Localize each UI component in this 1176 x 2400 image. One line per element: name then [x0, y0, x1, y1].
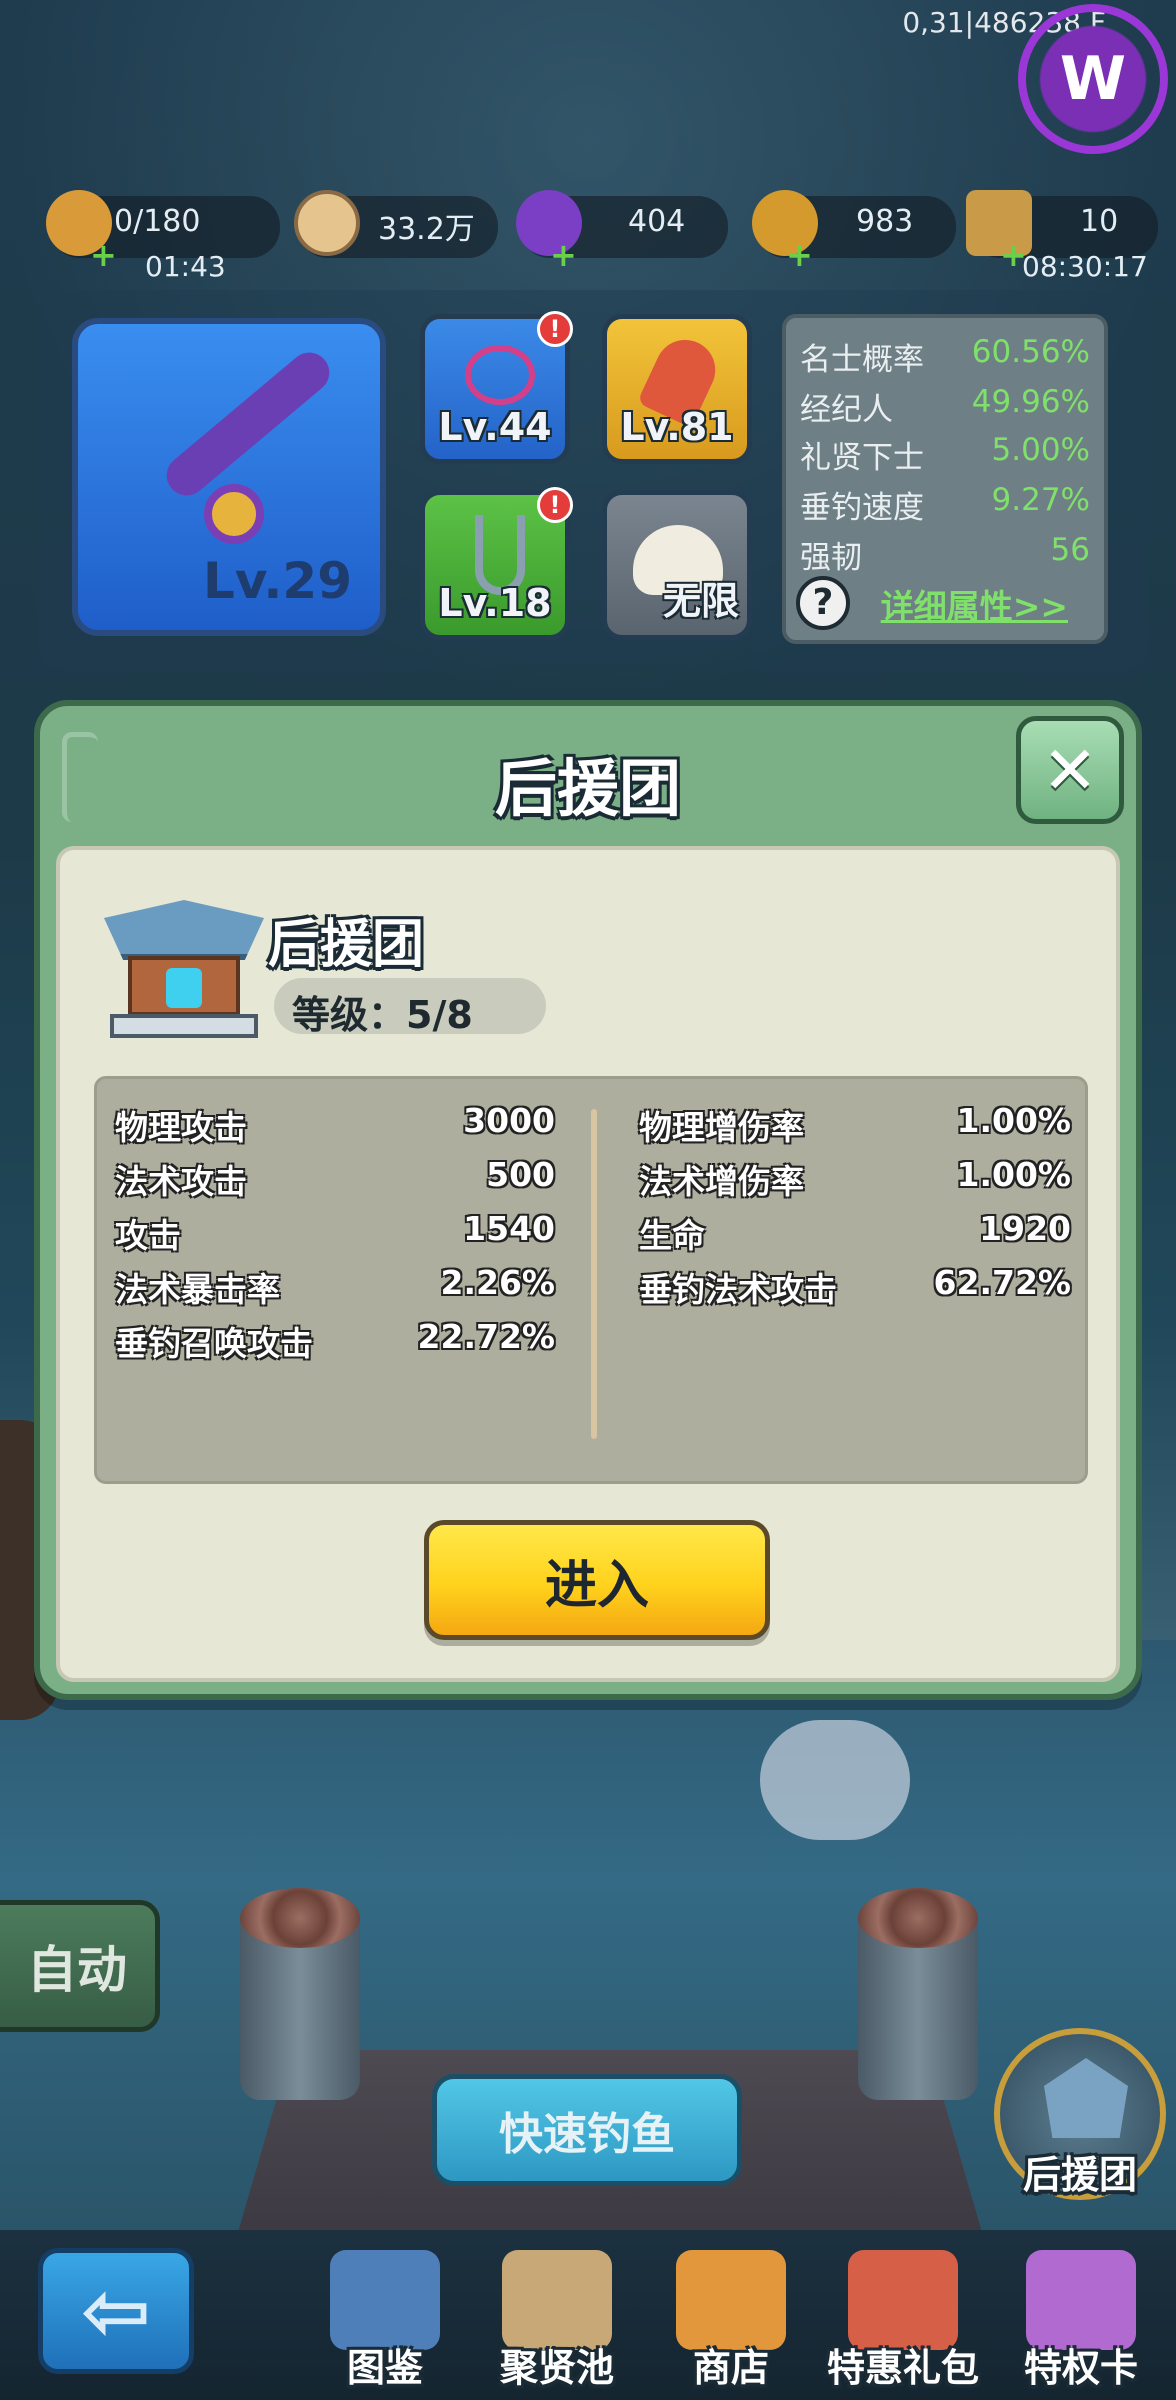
- spears-value: 10: [1080, 204, 1119, 239]
- building-name: 后援团: [268, 915, 425, 975]
- mini-stat-row: 礼贤下士 5.00%: [800, 432, 1090, 476]
- enter-button[interactable]: 进入: [424, 1520, 770, 1640]
- stamina-value: 0/180: [114, 204, 201, 239]
- resource-tickets[interactable]: 983 +: [752, 190, 956, 274]
- attr-row: 法术增伤率 1.00%: [639, 1155, 1071, 1201]
- privilege-card-icon: [1026, 2250, 1136, 2350]
- coins-value: 33.2万: [378, 212, 475, 247]
- close-button[interactable]: ✕: [1016, 716, 1124, 824]
- bun-label: 无限: [662, 579, 739, 623]
- rod-level: Lv.29: [203, 552, 352, 610]
- enter-label: 进入: [544, 1555, 649, 1616]
- bait-level: Lv.81: [620, 405, 734, 449]
- quick-fishing-label: 快速钓鱼: [499, 2109, 675, 2160]
- dock-post-top-left: [240, 1888, 360, 1948]
- resource-stamina[interactable]: 0/180 +: [46, 190, 280, 274]
- mini-stat-row: 经纪人 49.96%: [800, 384, 1090, 428]
- tutorial-hand-icon: [760, 1720, 910, 1840]
- attr-row: 垂钓法术攻击 62.72%: [639, 1263, 1071, 1309]
- nav-item-privilege-card[interactable]: 特权卡: [996, 2250, 1166, 2400]
- stamina-timer: 01:43: [145, 250, 226, 283]
- attribute-table: 物理攻击 3000 法术攻击 500 攻击 1540 法术暴击率 2.26% 垂钓召唤攻…: [94, 1076, 1088, 1484]
- mini-stat-row: 名士概率 60.56%: [800, 334, 1090, 378]
- spears-timer: 08:30:17: [1022, 250, 1148, 283]
- attr-row: 物理攻击 3000: [115, 1101, 555, 1147]
- rod-reel-icon: [204, 484, 264, 544]
- nav-label: 图鉴: [346, 2346, 423, 2390]
- gems-value: 404: [628, 204, 686, 239]
- nav-label: 商店: [692, 2346, 769, 2390]
- line-alert-icon: !: [537, 311, 573, 347]
- help-icon[interactable]: ?: [796, 576, 850, 630]
- add-gems-icon[interactable]: +: [550, 236, 577, 274]
- attr-row: 物理增伤率 1.00%: [639, 1101, 1071, 1147]
- hook-level: Lv.18: [438, 581, 552, 625]
- bun-slot[interactable]: 无限: [602, 490, 752, 640]
- resource-spears[interactable]: 10 +: [966, 190, 1158, 274]
- level-text: 等级：5/8: [292, 993, 473, 1037]
- modal-body: 后援团 等级：5/8 物理攻击 3000 法术攻击 500 攻击 1540 法术暴击率…: [56, 846, 1120, 1682]
- fruit-basket-icon: [676, 2250, 786, 2350]
- attr-row: 垂钓召唤攻击 22.72%: [115, 1317, 555, 1363]
- close-icon: ✕: [1042, 731, 1098, 809]
- coin-icon: [294, 190, 360, 256]
- add-stamina-icon[interactable]: +: [90, 236, 117, 274]
- resource-gems[interactable]: 404 +: [516, 190, 728, 274]
- attr-row: 攻击 1540: [115, 1209, 555, 1255]
- support-building-icon: [1044, 2058, 1128, 2138]
- mini-stat-row: 垂钓速度 9.27%: [800, 482, 1090, 526]
- fishing-line-slot[interactable]: Lv.44 !: [420, 311, 573, 464]
- dock-post-top-right: [858, 1888, 978, 1948]
- attr-row: 生命 1920: [639, 1209, 1071, 1255]
- quick-fishing-button[interactable]: 快速钓鱼: [432, 2074, 742, 2186]
- level-badge: 等级：5/8: [274, 978, 546, 1037]
- column-divider: [591, 1109, 597, 1439]
- support-group-shortcut[interactable]: 后援团: [994, 2028, 1166, 2200]
- line-level: Lv.44: [438, 405, 552, 449]
- support-group-modal: 后援团 ✕ 后援团 等级：5/8 物理攻击 3000 法术攻击 500 攻击 1540: [34, 700, 1142, 1700]
- fishing-rod-icon: [158, 344, 338, 504]
- app-logo-icon: W: [1018, 4, 1168, 154]
- auto-fish-button[interactable]: 自动: [0, 1900, 160, 2032]
- hook-slot[interactable]: Lv.18 !: [420, 487, 573, 640]
- bait-slot[interactable]: Lv.81: [602, 314, 752, 464]
- resource-coins[interactable]: 33.2万: [294, 190, 498, 258]
- fishing-line-icon: [465, 345, 535, 405]
- back-button[interactable]: ⇦: [38, 2248, 194, 2374]
- gift-box-icon: [848, 2250, 958, 2350]
- fishing-rod-card[interactable]: Lv.29: [72, 318, 386, 636]
- support-building-icon: [104, 890, 264, 1040]
- hook-alert-icon: !: [537, 487, 573, 523]
- attr-row: 法术暴击率 2.26%: [115, 1263, 555, 1309]
- nav-label: 特惠礼包: [826, 2346, 979, 2390]
- scroll-icon: [502, 2250, 612, 2350]
- modal-title: 后援团: [494, 752, 681, 825]
- nav-label: 聚贤池: [499, 2346, 614, 2390]
- nav-item-special-pack[interactable]: 特惠礼包: [818, 2250, 988, 2400]
- nav-label: 特权卡: [1023, 2346, 1138, 2390]
- nav-item-shop[interactable]: 商店: [646, 2250, 816, 2400]
- support-label: 后援团: [1022, 2153, 1137, 2197]
- tickets-value: 983: [856, 204, 914, 239]
- detail-attributes-link[interactable]: 详细属性>>: [881, 580, 1068, 628]
- add-tickets-icon[interactable]: +: [786, 236, 813, 274]
- attribute-summary-panel: 名士概率 60.56% 经纪人 49.96% 礼贤下士 5.00% 垂钓速度 9.27%…: [782, 314, 1108, 644]
- nav-item-handbook[interactable]: 图鉴: [300, 2250, 470, 2400]
- book-icon: [330, 2250, 440, 2350]
- back-arrow-icon: ⇦: [80, 2262, 152, 2360]
- mini-stat-row: 强韧 56: [800, 532, 1090, 576]
- nav-item-talent-pool[interactable]: 聚贤池: [472, 2250, 642, 2400]
- attr-row: 法术攻击 500: [115, 1155, 555, 1201]
- auto-label: 自动: [27, 1941, 127, 1999]
